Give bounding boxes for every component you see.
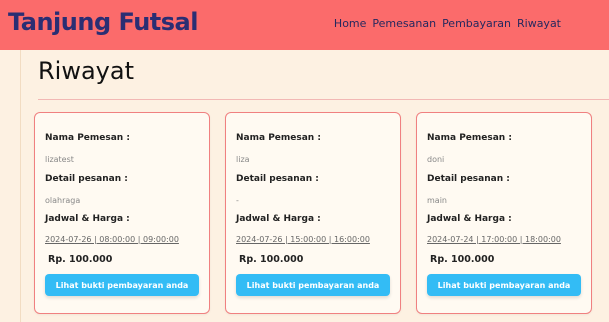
main-content: Riwayat Nama Pemesan : lizatest Detail p…	[20, 50, 609, 322]
detail-pesanan-label: Detail pesanan :	[427, 174, 510, 184]
nav-item-pembayaran[interactable]: Pembayaran	[442, 17, 511, 30]
detail-pesanan-label: Detail pesanan :	[45, 174, 128, 184]
detail-pesanan-value: olahraga	[45, 196, 81, 205]
harga-value: Rp. 100.000	[48, 254, 113, 265]
jadwal-harga-label: Jadwal & Harga :	[427, 214, 512, 224]
view-payment-proof-button[interactable]: Lihat bukti pembayaran anda	[236, 274, 390, 296]
nav-item-pemesanan[interactable]: Pemesanan	[372, 17, 436, 30]
nama-pemesan-label: Nama Pemesan :	[427, 133, 512, 143]
navbar: Tanjung Futsal Home Pemesanan Pembayaran…	[0, 0, 609, 50]
booking-card: Nama Pemesan : liza Detail pesanan : - J…	[225, 112, 401, 314]
nama-pemesan-value: lizatest	[45, 155, 74, 164]
jadwal-value: 2024-07-24 | 17:00:00 | 18:00:00	[427, 235, 561, 244]
view-payment-proof-button[interactable]: Lihat bukti pembayaran anda	[427, 274, 581, 296]
nav-menu: Home Pemesanan Pembayaran Riwayat	[334, 17, 561, 30]
jadwal-harga-label: Jadwal & Harga :	[45, 214, 130, 224]
page-title: Riwayat	[38, 57, 134, 85]
nama-pemesan-label: Nama Pemesan :	[236, 133, 321, 143]
brand-logo[interactable]: Tanjung Futsal	[8, 8, 198, 36]
booking-card: Nama Pemesan : lizatest Detail pesanan :…	[34, 112, 210, 314]
nama-pemesan-label: Nama Pemesan :	[45, 133, 130, 143]
detail-pesanan-value: main	[427, 196, 447, 205]
harga-value: Rp. 100.000	[430, 254, 495, 265]
nav-item-home[interactable]: Home	[334, 17, 366, 30]
harga-value: Rp. 100.000	[239, 254, 304, 265]
view-payment-proof-button[interactable]: Lihat bukti pembayaran anda	[45, 274, 199, 296]
nav-item-riwayat[interactable]: Riwayat	[517, 17, 561, 30]
jadwal-harga-label: Jadwal & Harga :	[236, 214, 321, 224]
title-divider	[38, 99, 609, 100]
nama-pemesan-value: liza	[236, 155, 250, 164]
jadwal-value: 2024-07-26 | 08:00:00 | 09:00:00	[45, 235, 179, 244]
jadwal-value: 2024-07-26 | 15:00:00 | 16:00:00	[236, 235, 370, 244]
booking-card: Nama Pemesan : doni Detail pesanan : mai…	[416, 112, 592, 314]
detail-pesanan-value: -	[236, 196, 239, 205]
nama-pemesan-value: doni	[427, 155, 445, 164]
detail-pesanan-label: Detail pesanan :	[236, 174, 319, 184]
